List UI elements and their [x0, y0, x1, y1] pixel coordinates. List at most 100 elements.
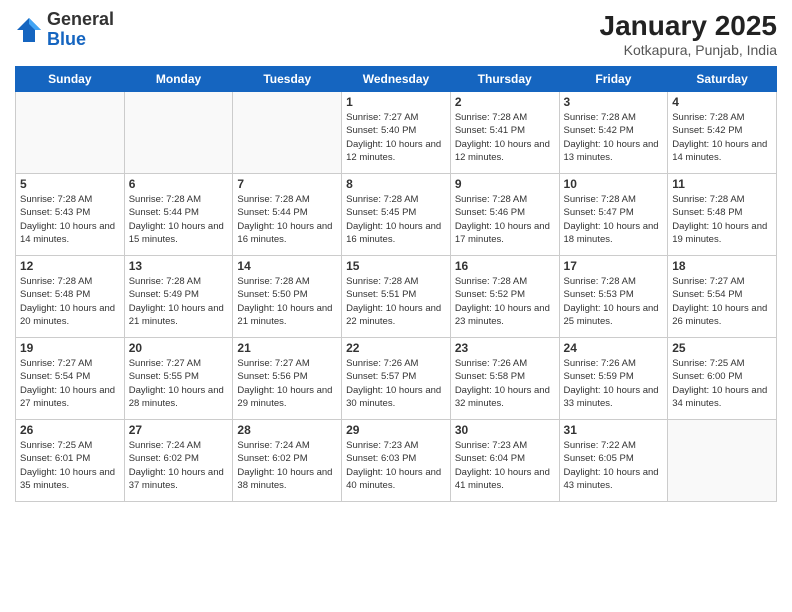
table-row: 24 Sunrise: 7:26 AM Sunset: 5:59 PM Dayli…	[559, 338, 668, 420]
calendar-week-row: 19Sunrise: 7:27 AM Sunset: 5:54 PM Dayli…	[16, 338, 777, 420]
table-row: 18Sunrise: 7:27 AM Sunset: 5:54 PM Dayli…	[668, 256, 777, 338]
logo-text: General Blue	[47, 10, 114, 50]
table-row: 15Sunrise: 7:28 AM Sunset: 5:51 PM Dayli…	[342, 256, 451, 338]
col-sunday: Sunday	[16, 67, 125, 92]
day-number: 24	[564, 341, 664, 355]
table-row: 30Sunrise: 7:23 AM Sunset: 6:04 PM Dayli…	[450, 420, 559, 502]
table-row	[16, 92, 125, 174]
day-number: 17	[564, 259, 664, 273]
day-info: Sunrise: 7:28 AM Sunset: 5:43 PM Dayligh…	[20, 193, 120, 246]
table-row: 6 Sunrise: 7:28 AM Sunset: 5:44 PM Daylig…	[124, 174, 233, 256]
day-info: Sunrise: 7:26 AM Sunset: 5:58 PM Dayligh…	[455, 357, 555, 410]
table-row: 26 Sunrise: 7:25 AM Sunset: 6:01 PM Dayli…	[16, 420, 125, 502]
day-info: Sunrise: 7:28 AM Sunset: 5:47 PM Dayligh…	[564, 193, 664, 246]
col-tuesday: Tuesday	[233, 67, 342, 92]
table-row: 9Sunrise: 7:28 AM Sunset: 5:46 PM Daylig…	[450, 174, 559, 256]
table-row	[124, 92, 233, 174]
day-number: 8	[346, 177, 446, 191]
day-info: Sunrise: 7:27 AM Sunset: 5:56 PM Dayligh…	[237, 357, 337, 410]
table-row: 31 Sunrise: 7:22 AM Sunset: 6:05 PM Dayli…	[559, 420, 668, 502]
table-row: 16 Sunrise: 7:28 AM Sunset: 5:52 PM Dayli…	[450, 256, 559, 338]
table-row: 1 Sunrise: 7:27 AM Sunset: 5:40 PM Daylig…	[342, 92, 451, 174]
day-info: Sunrise: 7:28 AM Sunset: 5:48 PM Dayligh…	[672, 193, 772, 246]
day-info: Sunrise: 7:28 AM Sunset: 5:41 PM Dayligh…	[455, 111, 555, 164]
day-info: Sunrise: 7:28 AM Sunset: 5:44 PM Dayligh…	[129, 193, 229, 246]
day-number: 14	[237, 259, 337, 273]
table-row: 2 Sunrise: 7:28 AM Sunset: 5:41 PM Daylig…	[450, 92, 559, 174]
table-row: 17 Sunrise: 7:28 AM Sunset: 5:53 PM Dayli…	[559, 256, 668, 338]
day-info: Sunrise: 7:24 AM Sunset: 6:02 PM Dayligh…	[237, 439, 337, 492]
day-info: Sunrise: 7:23 AM Sunset: 6:04 PM Dayligh…	[455, 439, 555, 492]
page: General Blue January 2025 Kotkapura, Pun…	[0, 0, 792, 612]
day-info: Sunrise: 7:28 AM Sunset: 5:51 PM Dayligh…	[346, 275, 446, 328]
table-row: 25Sunrise: 7:25 AM Sunset: 6:00 PM Dayli…	[668, 338, 777, 420]
logo-icon	[15, 16, 43, 44]
day-number: 12	[20, 259, 120, 273]
day-number: 21	[237, 341, 337, 355]
day-info: Sunrise: 7:28 AM Sunset: 5:44 PM Dayligh…	[237, 193, 337, 246]
day-number: 27	[129, 423, 229, 437]
calendar-table: Sunday Monday Tuesday Wednesday Thursday…	[15, 66, 777, 502]
table-row: 10 Sunrise: 7:28 AM Sunset: 5:47 PM Dayli…	[559, 174, 668, 256]
day-info: Sunrise: 7:28 AM Sunset: 5:42 PM Dayligh…	[564, 111, 664, 164]
day-number: 31	[564, 423, 664, 437]
day-info: Sunrise: 7:27 AM Sunset: 5:40 PM Dayligh…	[346, 111, 446, 164]
day-info: Sunrise: 7:28 AM Sunset: 5:52 PM Dayligh…	[455, 275, 555, 328]
day-info: Sunrise: 7:28 AM Sunset: 5:42 PM Dayligh…	[672, 111, 772, 164]
table-row: 29Sunrise: 7:23 AM Sunset: 6:03 PM Dayli…	[342, 420, 451, 502]
day-info: Sunrise: 7:26 AM Sunset: 5:59 PM Dayligh…	[564, 357, 664, 410]
day-number: 28	[237, 423, 337, 437]
table-row: 8Sunrise: 7:28 AM Sunset: 5:45 PM Daylig…	[342, 174, 451, 256]
location: Kotkapura, Punjab, India	[600, 42, 777, 58]
table-row: 21 Sunrise: 7:27 AM Sunset: 5:56 PM Dayli…	[233, 338, 342, 420]
day-info: Sunrise: 7:23 AM Sunset: 6:03 PM Dayligh…	[346, 439, 446, 492]
day-info: Sunrise: 7:24 AM Sunset: 6:02 PM Dayligh…	[129, 439, 229, 492]
header: General Blue January 2025 Kotkapura, Pun…	[15, 10, 777, 58]
day-number: 5	[20, 177, 120, 191]
table-row: 4Sunrise: 7:28 AM Sunset: 5:42 PM Daylig…	[668, 92, 777, 174]
day-number: 26	[20, 423, 120, 437]
table-row: 22Sunrise: 7:26 AM Sunset: 5:57 PM Dayli…	[342, 338, 451, 420]
table-row	[233, 92, 342, 174]
table-row: 19Sunrise: 7:27 AM Sunset: 5:54 PM Dayli…	[16, 338, 125, 420]
day-number: 10	[564, 177, 664, 191]
day-info: Sunrise: 7:27 AM Sunset: 5:55 PM Dayligh…	[129, 357, 229, 410]
day-info: Sunrise: 7:28 AM Sunset: 5:49 PM Dayligh…	[129, 275, 229, 328]
table-row: 5 Sunrise: 7:28 AM Sunset: 5:43 PM Daylig…	[16, 174, 125, 256]
table-row: 7 Sunrise: 7:28 AM Sunset: 5:44 PM Daylig…	[233, 174, 342, 256]
day-number: 3	[564, 95, 664, 109]
day-info: Sunrise: 7:22 AM Sunset: 6:05 PM Dayligh…	[564, 439, 664, 492]
day-number: 16	[455, 259, 555, 273]
day-number: 6	[129, 177, 229, 191]
calendar-week-row: 26 Sunrise: 7:25 AM Sunset: 6:01 PM Dayli…	[16, 420, 777, 502]
day-number: 1	[346, 95, 446, 109]
day-info: Sunrise: 7:25 AM Sunset: 6:01 PM Dayligh…	[20, 439, 120, 492]
day-number: 7	[237, 177, 337, 191]
month-title: January 2025	[600, 10, 777, 42]
day-info: Sunrise: 7:27 AM Sunset: 5:54 PM Dayligh…	[672, 275, 772, 328]
table-row: 20 Sunrise: 7:27 AM Sunset: 5:55 PM Dayli…	[124, 338, 233, 420]
table-row: 14 Sunrise: 7:28 AM Sunset: 5:50 PM Dayli…	[233, 256, 342, 338]
day-number: 20	[129, 341, 229, 355]
day-number: 13	[129, 259, 229, 273]
calendar-week-row: 12 Sunrise: 7:28 AM Sunset: 5:48 PM Dayli…	[16, 256, 777, 338]
col-thursday: Thursday	[450, 67, 559, 92]
col-monday: Monday	[124, 67, 233, 92]
table-row: 11Sunrise: 7:28 AM Sunset: 5:48 PM Dayli…	[668, 174, 777, 256]
title-area: January 2025 Kotkapura, Punjab, India	[600, 10, 777, 58]
table-row: 28 Sunrise: 7:24 AM Sunset: 6:02 PM Dayli…	[233, 420, 342, 502]
table-row: 13 Sunrise: 7:28 AM Sunset: 5:49 PM Dayli…	[124, 256, 233, 338]
col-saturday: Saturday	[668, 67, 777, 92]
day-number: 2	[455, 95, 555, 109]
logo: General Blue	[15, 10, 114, 50]
day-info: Sunrise: 7:26 AM Sunset: 5:57 PM Dayligh…	[346, 357, 446, 410]
table-row: 27 Sunrise: 7:24 AM Sunset: 6:02 PM Dayli…	[124, 420, 233, 502]
col-friday: Friday	[559, 67, 668, 92]
day-info: Sunrise: 7:28 AM Sunset: 5:48 PM Dayligh…	[20, 275, 120, 328]
table-row: 3 Sunrise: 7:28 AM Sunset: 5:42 PM Daylig…	[559, 92, 668, 174]
day-number: 9	[455, 177, 555, 191]
day-info: Sunrise: 7:28 AM Sunset: 5:53 PM Dayligh…	[564, 275, 664, 328]
day-info: Sunrise: 7:28 AM Sunset: 5:50 PM Dayligh…	[237, 275, 337, 328]
day-number: 19	[20, 341, 120, 355]
day-number: 23	[455, 341, 555, 355]
